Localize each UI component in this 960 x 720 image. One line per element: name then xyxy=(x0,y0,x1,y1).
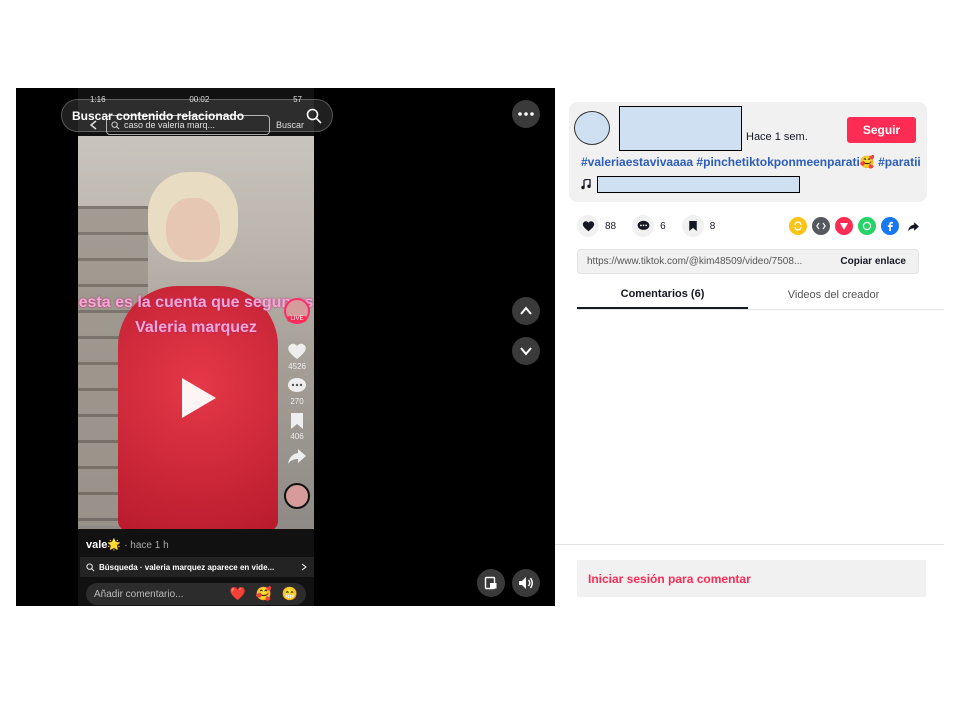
comment-icon xyxy=(288,378,306,392)
post-details-panel: Hace 1 sem. Seguir #valeriaestavivaaaa #… xyxy=(555,88,944,606)
pip-icon xyxy=(484,576,497,590)
volume-button[interactable] xyxy=(512,569,540,597)
creator-avatar[interactable] xyxy=(574,111,610,145)
emoji-heart: ❤️ xyxy=(229,586,246,601)
picture-in-picture-button[interactable] xyxy=(477,569,505,597)
post-info-card: Hace 1 sem. Seguir #valeriaestavivaaaa #… xyxy=(569,102,927,202)
more-share-button[interactable] xyxy=(904,217,922,235)
chevron-up-icon xyxy=(520,306,532,315)
search-icon[interactable] xyxy=(306,108,322,124)
send-button[interactable] xyxy=(835,217,853,235)
share-options xyxy=(789,217,922,235)
music-note-icon xyxy=(581,179,591,190)
repost-icon xyxy=(794,221,802,231)
video-frame: 1:16 00:02 57 caso de valeria marq... Bu… xyxy=(78,88,314,606)
copy-link-button[interactable]: Copiar enlace xyxy=(828,256,918,267)
comment-count: 6 xyxy=(660,220,666,232)
video-player[interactable]: 1:16 00:02 57 caso de valeria marq... Bu… xyxy=(16,88,555,606)
post-music xyxy=(581,176,800,193)
next-video-button[interactable] xyxy=(512,337,540,365)
username-emoji: 🌟 xyxy=(107,539,122,551)
phone-related-search: Búsqueda · valeria marquez aparece en vi… xyxy=(80,557,314,577)
related-search-placeholder: Buscar contenido relacionado xyxy=(72,108,245,123)
phone-related-text: Búsqueda · valeria marquez aparece en vi… xyxy=(99,562,275,572)
search-icon xyxy=(86,562,95,571)
login-to-comment-button[interactable]: Iniciar sesión para comentar xyxy=(577,560,926,597)
phone-comment-input: Añadir comentario... ❤️ 🥰 😁 xyxy=(86,583,306,605)
like-count: 88 xyxy=(605,220,617,232)
save-button[interactable] xyxy=(681,215,704,237)
phone-bottom-bar: vale🌟 · hace 1 h Búsqueda · valeria marq… xyxy=(78,529,314,606)
music-disc-avatar xyxy=(284,483,310,509)
person-face xyxy=(166,198,220,260)
facebook-icon xyxy=(887,221,893,231)
emoji-grin: 😁 xyxy=(281,586,298,601)
facebook-share-button[interactable] xyxy=(881,217,899,235)
previous-video-button[interactable] xyxy=(512,297,540,325)
phone-comments-count: 270 xyxy=(290,397,304,406)
phone-username: vale🌟 · hace 1 h xyxy=(86,538,169,551)
whatsapp-share-button[interactable] xyxy=(858,217,876,235)
music-title-redacted[interactable] xyxy=(597,176,800,193)
post-hashtags[interactable]: #valeriaestavivaaaa #pinchetiktokponmeen… xyxy=(581,155,921,169)
share-arrow-icon xyxy=(907,221,919,231)
bookmark-icon xyxy=(688,221,697,231)
phone-likes-count: 4526 xyxy=(288,362,306,371)
more-options-button[interactable] xyxy=(512,100,540,128)
like-button[interactable] xyxy=(577,215,599,237)
copy-link-row: https://www.tiktok.com/@kim48509/video/7… xyxy=(577,249,919,274)
post-tabs: Comentarios (6) Videos del creador xyxy=(577,280,944,310)
comments-divider xyxy=(555,544,944,545)
tab-creator-videos[interactable]: Videos del creador xyxy=(748,280,919,309)
comment-action[interactable]: 6 xyxy=(632,215,666,237)
follow-button[interactable]: Seguir xyxy=(847,117,916,143)
video-caption-line1: esta es la cuenta que segun es xyxy=(78,294,314,311)
bookmark-icon xyxy=(291,413,303,429)
heart-icon xyxy=(288,343,306,359)
embed-code-icon xyxy=(816,222,826,230)
save-count: 8 xyxy=(709,220,716,232)
comment-button[interactable] xyxy=(632,215,655,237)
video-caption-line2: Valeria marquez xyxy=(135,319,257,336)
embed-button[interactable] xyxy=(812,217,830,235)
emoji-love: 🥰 xyxy=(255,586,272,601)
repost-button[interactable] xyxy=(789,217,807,235)
post-time: Hace 1 sem. xyxy=(746,131,808,143)
chevron-right-icon xyxy=(301,563,307,571)
whatsapp-icon xyxy=(862,221,872,231)
play-icon[interactable] xyxy=(178,376,218,420)
phone-saves-count: 406 xyxy=(290,432,304,441)
like-action[interactable]: 88 xyxy=(577,215,616,237)
phone-comment-placeholder: Añadir comentario... xyxy=(94,588,184,600)
live-badge: LIVE xyxy=(287,316,307,322)
video-scene: esta es la cuenta que segun es Valeria m… xyxy=(78,136,314,531)
comment-icon xyxy=(637,220,649,230)
related-search-input[interactable]: Buscar contenido relacionado xyxy=(61,99,333,132)
chevron-down-icon xyxy=(520,347,532,356)
page: 1:16 00:02 57 caso de valeria marq... Bu… xyxy=(0,0,960,720)
volume-icon xyxy=(519,577,533,589)
post-action-bar: 88 6 8 xyxy=(577,214,922,238)
phone-username-text: vale xyxy=(86,539,108,551)
video-url[interactable]: https://www.tiktok.com/@kim48509/video/7… xyxy=(578,256,828,267)
heart-icon xyxy=(582,221,594,232)
more-dots-icon xyxy=(518,112,534,116)
share-icon xyxy=(288,449,306,464)
send-icon xyxy=(840,223,848,230)
save-action[interactable]: 8 xyxy=(681,215,716,237)
creator-name-redacted[interactable] xyxy=(619,106,742,151)
tab-comments[interactable]: Comentarios (6) xyxy=(577,280,748,309)
phone-side-actions: LIVE 4526 270 406 xyxy=(283,298,311,509)
phone-post-time: · hace 1 h xyxy=(124,540,169,551)
